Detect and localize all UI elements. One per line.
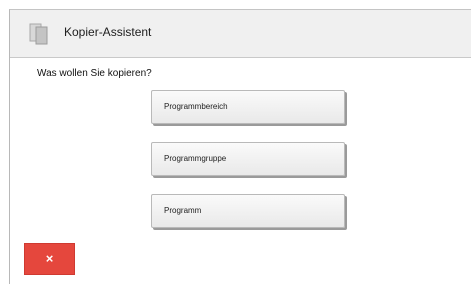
close-icon: × <box>45 251 54 266</box>
question-text: Was wollen Sie kopieren? <box>37 68 152 79</box>
program-button-label: Programm <box>164 206 202 215</box>
copy-assistant-dialog: Kopier-Assistent Was wollen Sie kopieren… <box>9 9 471 284</box>
program-group-button-label: Programmgruppe <box>164 154 227 163</box>
program-area-button[interactable]: Programmbereich <box>151 90 345 124</box>
program-area-button-label: Programmbereich <box>164 102 228 111</box>
program-button[interactable]: Programm <box>151 194 345 228</box>
cancel-button[interactable]: × <box>24 243 75 275</box>
dialog-title-bar: Kopier-Assistent <box>10 10 471 58</box>
dialog-title: Kopier-Assistent <box>64 25 152 39</box>
copy-pages-icon <box>29 23 48 45</box>
program-group-button[interactable]: Programmgruppe <box>151 142 345 176</box>
